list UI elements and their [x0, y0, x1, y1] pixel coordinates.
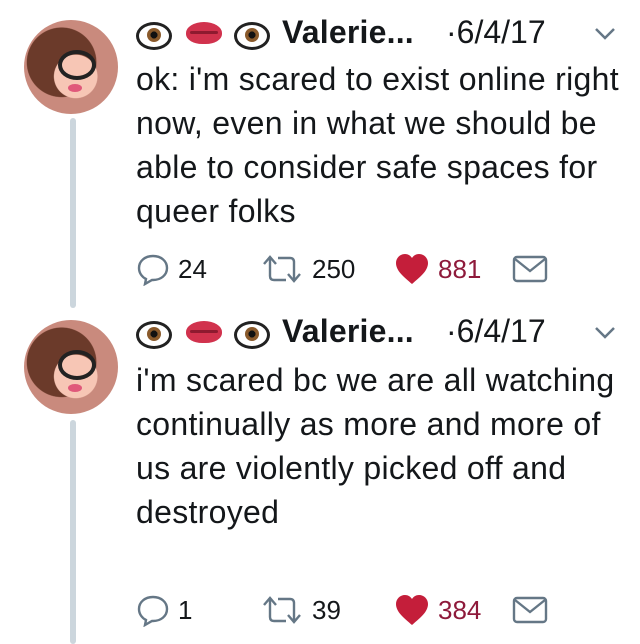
tweet-actions: 1 39 384	[136, 590, 616, 630]
tweet-actions: 24 250 881	[136, 249, 616, 289]
avatar-glasses	[58, 50, 96, 80]
retweet-icon	[263, 255, 301, 283]
eye-icon	[234, 321, 270, 349]
eye-icon	[234, 22, 270, 50]
envelope-icon	[512, 596, 548, 624]
tweet-text: i'm scared bc we are all watching contin…	[136, 362, 615, 530]
retweet-count: 39	[312, 594, 341, 625]
heart-icon	[396, 595, 428, 625]
avatar[interactable]	[24, 320, 118, 414]
chevron-down-icon[interactable]	[594, 26, 616, 42]
tweet-date[interactable]: ·6/4/17	[446, 313, 546, 350]
heart-icon	[396, 254, 428, 284]
reply-button[interactable]: 1	[136, 590, 192, 630]
tweet-header: Valerie... ·6/4/17	[136, 14, 626, 54]
eye-icon	[136, 22, 172, 50]
kiss-mark-icon	[186, 321, 222, 343]
retweet-count: 250	[312, 253, 356, 284]
direct-message-button[interactable]	[512, 249, 548, 289]
avatar-lips	[68, 384, 82, 392]
avatar-lips	[68, 84, 82, 92]
reply-count: 1	[178, 594, 193, 625]
avatar[interactable]	[24, 20, 118, 114]
tweet-text: ok: i'm scared to exist online right now…	[136, 61, 619, 229]
reply-icon	[137, 595, 169, 627]
tweet-date[interactable]: ·6/4/17	[446, 14, 546, 51]
tweet[interactable]: Valerie... ·6/4/17 i'm scared bc we are …	[0, 302, 640, 627]
tweet-header: Valerie... ·6/4/17	[136, 313, 626, 353]
chevron-down-icon[interactable]	[594, 325, 616, 341]
reply-icon	[137, 254, 169, 286]
author-name[interactable]: Valerie...	[282, 14, 414, 51]
like-button[interactable]: 881	[394, 249, 481, 289]
direct-message-button[interactable]	[512, 590, 548, 630]
eye-icon	[136, 321, 172, 349]
like-count: 881	[438, 253, 482, 284]
reply-count: 24	[178, 253, 207, 284]
retweet-button[interactable]: 39	[260, 590, 341, 630]
retweet-icon	[263, 596, 301, 624]
like-count: 384	[438, 594, 482, 625]
author-name[interactable]: Valerie...	[282, 313, 414, 350]
avatar-glasses	[58, 350, 96, 380]
tweet[interactable]: Valerie... ·6/4/17 ok: i'm scared to exi…	[0, 0, 640, 322]
envelope-icon	[512, 255, 548, 283]
kiss-mark-icon	[186, 22, 222, 44]
retweet-button[interactable]: 250	[260, 249, 355, 289]
like-button[interactable]: 384	[394, 590, 481, 630]
reply-button[interactable]: 24	[136, 249, 207, 289]
